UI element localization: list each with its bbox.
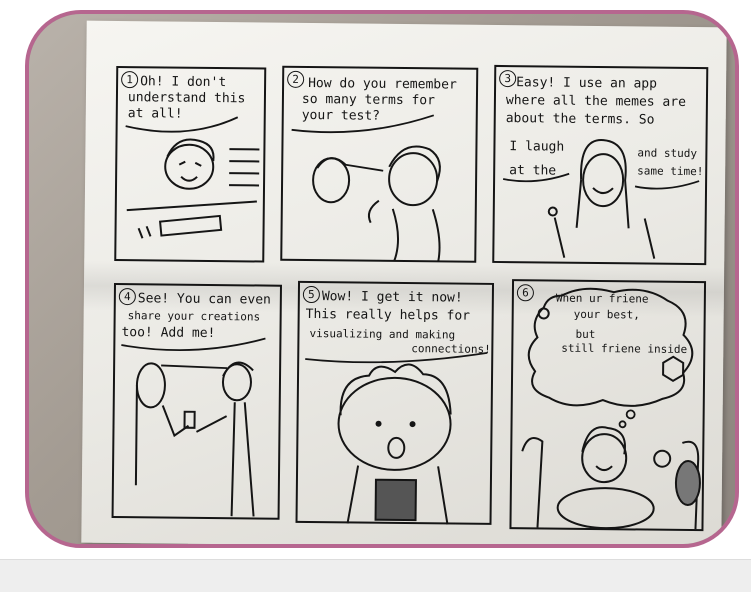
comic-panel-2: 2 How do you remember so many terms for …: [280, 65, 479, 263]
photo-frame: 1 Oh! I don't understand this at all! 2 …: [25, 10, 739, 548]
comic-panel-1: 1 Oh! I don't understand this at all!: [114, 65, 267, 263]
comic-panel-5: 5 Wow! I get it now! This really helps f…: [295, 280, 495, 525]
panel-6-drawing: [521, 287, 701, 530]
speech-line: Wow! I get it now!: [321, 289, 463, 306]
panel-3-drawing: [502, 139, 700, 259]
panel-number: 5: [302, 285, 320, 304]
panel-5-drawing: [305, 351, 488, 525]
speech-line: See! You can even: [137, 291, 271, 308]
comic-panel-6: 6 When ur friene your best, but still fr…: [509, 279, 707, 532]
panel-1-drawing: [125, 116, 260, 239]
speech-line: When ur friene: [555, 291, 649, 306]
panel-2-drawing: [291, 114, 441, 262]
panel-number: 4: [118, 288, 136, 306]
comic-panel-4: 4 See! You can even share your creations…: [111, 282, 282, 520]
panel-number: 6: [516, 284, 535, 302]
comic-panel-3: 3 Easy! I use an app where all the memes…: [492, 64, 709, 266]
panel-4-drawing: [121, 337, 266, 517]
bottom-strip: [0, 559, 751, 592]
comic-paper: 1 Oh! I don't understand this at all! 2 …: [81, 20, 727, 544]
